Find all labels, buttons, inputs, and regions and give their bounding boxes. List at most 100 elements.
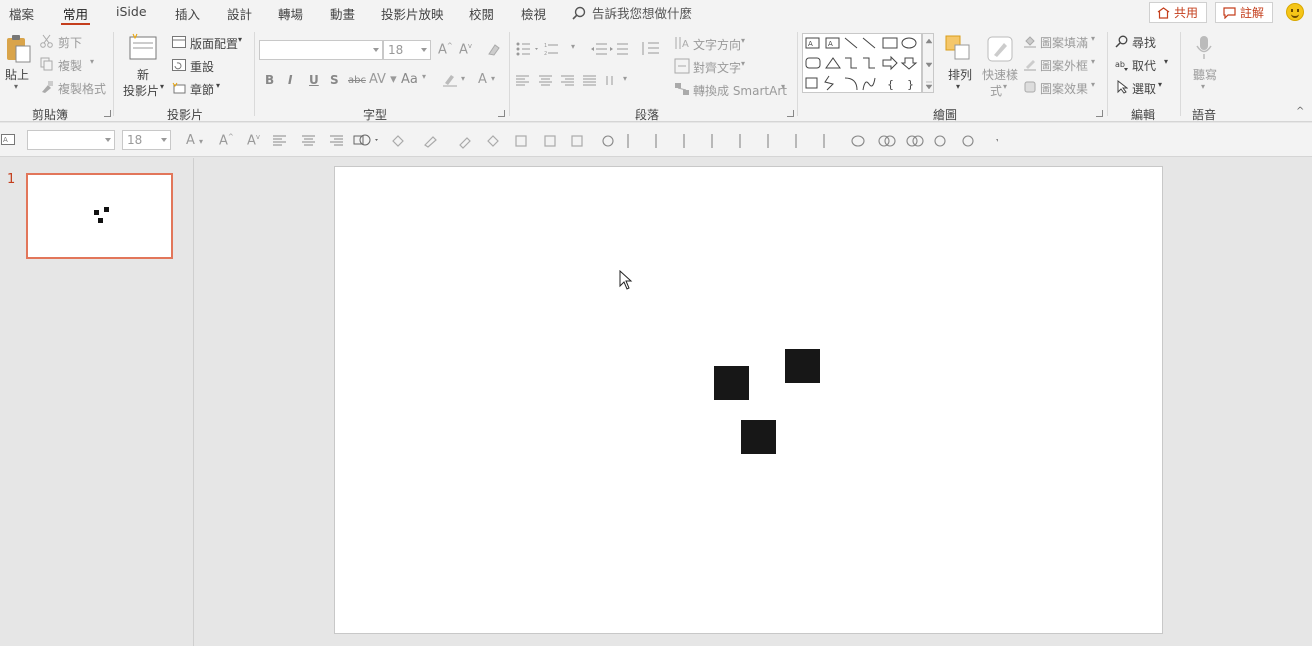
columns-dropdown-icon[interactable]: ▾ <box>623 74 627 83</box>
bullets-icon[interactable]: 12 <box>516 42 562 56</box>
slide-thumbnail[interactable] <box>26 173 173 259</box>
italic-button[interactable]: I <box>288 73 292 87</box>
convert-smartart-button[interactable]: 轉換成 SmartArt <box>693 82 787 99</box>
new-slide-label-1[interactable]: 新 <box>137 66 149 83</box>
tab-transitions[interactable]: 轉場 <box>278 4 303 23</box>
quick-styles-label-1[interactable]: 快速樣 <box>982 66 1018 83</box>
mini-font-size-select[interactable]: 18 <box>122 130 171 150</box>
numbering-dropdown-icon[interactable]: ▾ <box>571 42 575 51</box>
align-text-dropdown-icon[interactable]: ▾ <box>741 59 745 68</box>
shapes-gallery[interactable]: A A {} <box>802 33 922 93</box>
font-color-dropdown-icon[interactable]: ▾ <box>491 74 495 83</box>
shape-fill-dropdown-icon[interactable]: ▾ <box>1091 34 1095 43</box>
paragraph-align-icons[interactable] <box>516 75 628 86</box>
copy-dropdown-icon[interactable]: ▾ <box>90 57 94 66</box>
grow-font-icon[interactable]: A^ <box>438 42 453 57</box>
shape-outline-button[interactable]: 圖案外框 <box>1040 57 1088 74</box>
share-button[interactable]: 共用 <box>1149 2 1207 23</box>
layout-button[interactable]: 版面配置 <box>190 35 238 52</box>
textbox-icon[interactable]: A <box>1 134 15 145</box>
smartart-dropdown-icon[interactable]: ▾ <box>781 82 785 91</box>
shape-outline-dropdown-icon[interactable]: ▾ <box>1091 57 1095 66</box>
section-icon <box>172 82 186 94</box>
reset-button[interactable]: 重設 <box>190 58 214 75</box>
arrange-dropdown-icon[interactable]: ▾ <box>956 82 960 91</box>
arrange-button[interactable]: 排列 <box>948 66 972 83</box>
change-case-button[interactable]: Aa <box>401 72 418 87</box>
square-shape-1[interactable] <box>714 366 749 400</box>
shadow-button[interactable]: S <box>330 73 339 87</box>
shape-fill-button[interactable]: 圖案填滿 <box>1040 34 1088 51</box>
mini-align-icons[interactable] <box>273 135 343 146</box>
replace-dropdown-icon[interactable]: ▾ <box>1164 57 1168 66</box>
section-dropdown-icon[interactable]: ▾ <box>216 81 220 90</box>
mini-font-color-icon[interactable]: A ▾ <box>186 133 203 148</box>
shapes-gallery-scrollbar[interactable] <box>922 33 934 93</box>
tab-design[interactable]: 設計 <box>227 4 252 23</box>
underline-button[interactable]: U <box>309 73 319 87</box>
shrink-font-icon[interactable]: Av <box>459 42 472 57</box>
clear-formatting-icon[interactable] <box>485 42 501 57</box>
shapes-gallery-icons[interactable]: A A {} <box>803 34 923 94</box>
tab-file[interactable]: 檔案 <box>9 4 34 23</box>
format-painter-button[interactable]: 複製格式 <box>58 80 106 97</box>
find-button[interactable]: 尋找 <box>1132 34 1156 51</box>
line-spacing-icon[interactable] <box>641 41 661 56</box>
tell-me-box[interactable]: 告訴我您想做什麼 <box>572 3 692 22</box>
bold-button[interactable]: B <box>265 73 274 87</box>
change-case-dropdown-icon[interactable]: ▾ <box>422 72 426 81</box>
search-icon <box>572 6 586 20</box>
clipboard-launcher-icon[interactable] <box>104 110 111 117</box>
tab-iside[interactable]: iSide <box>116 4 147 19</box>
tab-insert[interactable]: 插入 <box>175 4 200 23</box>
tab-view[interactable]: 檢視 <box>521 4 546 23</box>
tab-home[interactable]: 常用 <box>60 4 91 25</box>
select-dropdown-icon[interactable]: ▾ <box>1158 80 1162 89</box>
font-color-icon[interactable]: A <box>478 72 487 87</box>
font-size-select[interactable]: 18 <box>383 40 431 60</box>
slide-canvas[interactable] <box>334 166 1163 634</box>
mini-arrange-icons[interactable] <box>598 132 998 150</box>
dictate-dropdown-icon[interactable]: ▾ <box>1201 82 1205 91</box>
cut-button[interactable]: 剪下 <box>58 34 82 51</box>
character-spacing-icon[interactable]: AV ▾ <box>369 72 397 87</box>
mini-format-icons[interactable] <box>390 133 590 149</box>
collapse-ribbon-icon[interactable]: ^ <box>1296 106 1304 117</box>
mini-font-select[interactable] <box>27 130 115 150</box>
paragraph-launcher-icon[interactable] <box>787 110 794 117</box>
highlight-dropdown-icon[interactable]: ▾ <box>461 74 465 83</box>
section-button[interactable]: 章節 <box>190 81 214 98</box>
tab-animations[interactable]: 動畫 <box>330 4 355 23</box>
font-launcher-icon[interactable] <box>498 110 505 117</box>
copy-button[interactable]: 複製 <box>58 57 82 74</box>
tab-review[interactable]: 校閱 <box>469 4 494 23</box>
shape-effects-dropdown-icon[interactable]: ▾ <box>1091 80 1095 89</box>
select-button[interactable]: 選取 <box>1132 80 1156 97</box>
text-direction-button[interactable]: 文字方向 <box>693 36 741 53</box>
paste-button[interactable]: 貼上 <box>5 66 29 83</box>
text-direction-dropdown-icon[interactable]: ▾ <box>741 36 745 45</box>
tab-slideshow[interactable]: 投影片放映 <box>381 4 444 23</box>
shape-effects-button[interactable]: 圖案效果 <box>1040 80 1088 97</box>
new-slide-label-2[interactable]: 投影片 <box>123 82 159 99</box>
mini-grow-font-icon[interactable]: A^ <box>219 133 234 148</box>
highlight-icon[interactable] <box>442 73 458 87</box>
paste-dropdown-icon[interactable]: ▾ <box>14 82 18 91</box>
indent-icon[interactable] <box>591 43 629 55</box>
quick-styles-label-2[interactable]: 式 <box>990 82 1002 99</box>
strikethrough-button[interactable]: abc <box>348 75 366 86</box>
dictate-button[interactable]: 聽寫 <box>1193 66 1217 83</box>
quick-styles-dropdown-icon[interactable]: ▾ <box>1003 82 1007 91</box>
replace-button[interactable]: 取代 <box>1132 57 1156 74</box>
new-slide-dropdown-icon[interactable]: ▾ <box>160 82 164 91</box>
layout-dropdown-icon[interactable]: ▾ <box>238 35 242 44</box>
align-text-button[interactable]: 對齊文字 <box>693 59 741 76</box>
comments-button[interactable]: 註解 <box>1215 2 1273 23</box>
square-shape-2[interactable] <box>785 349 820 383</box>
feedback-smiley-icon[interactable] <box>1286 3 1304 21</box>
mini-shapes-icon[interactable] <box>353 133 381 147</box>
font-name-select[interactable] <box>259 40 383 60</box>
mini-shrink-font-icon[interactable]: Av <box>247 133 260 148</box>
drawing-launcher-icon[interactable] <box>1096 110 1103 117</box>
square-shape-3[interactable] <box>741 420 776 454</box>
